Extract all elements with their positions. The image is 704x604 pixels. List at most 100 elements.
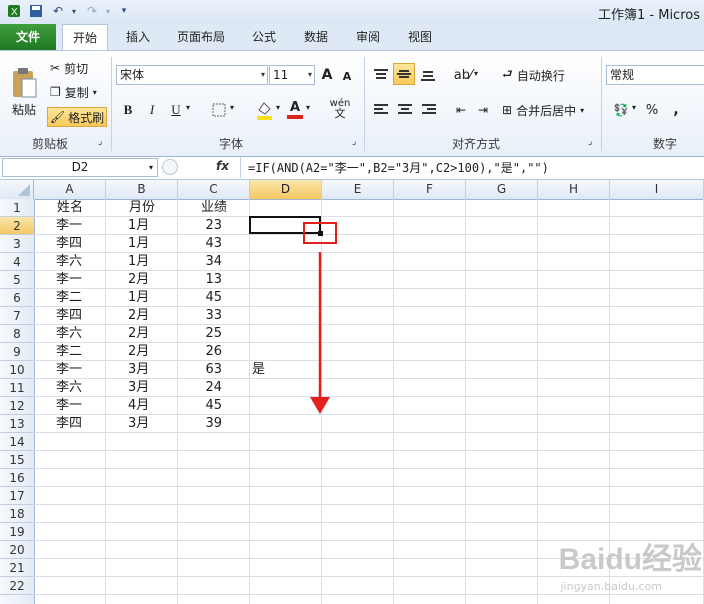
cut-button[interactable]: ✂ 剪切 — [50, 59, 88, 77]
tab-page-layout[interactable]: 页面布局 — [170, 24, 232, 50]
data-cell[interactable]: 39 — [178, 415, 222, 433]
data-cell[interactable]: 2月 — [128, 343, 149, 361]
underline-button[interactable]: U — [168, 100, 184, 120]
data-cell[interactable]: 33 — [178, 307, 222, 325]
row-header-17[interactable]: 17 — [0, 487, 34, 505]
data-cell[interactable]: 4月 — [128, 397, 149, 415]
formula-input[interactable]: =IF(AND(A2="李一",B2="3月",C2>100),"是","") — [248, 159, 549, 176]
font-launcher-icon[interactable]: ⌟ — [352, 137, 356, 147]
data-cell[interactable]: 34 — [178, 253, 222, 271]
row-header-20[interactable]: 20 — [0, 541, 34, 559]
percent-button[interactable]: % — [644, 100, 660, 120]
data-cell[interactable]: 3月 — [128, 379, 149, 397]
row-header-3[interactable]: 3 — [0, 235, 34, 253]
data-cell[interactable]: 63 — [178, 361, 222, 379]
clipboard-launcher-icon[interactable]: ⌟ — [98, 137, 102, 147]
copy-button[interactable]: ❐ 复制 ▾ — [50, 83, 97, 101]
align-middle-button[interactable] — [393, 63, 415, 85]
data-cell[interactable]: 26 — [178, 343, 222, 361]
data-cell[interactable]: 3月 — [128, 415, 149, 433]
row-header-4[interactable]: 4 — [0, 253, 34, 271]
font-name-select[interactable]: 宋体 ▾ — [116, 65, 268, 85]
grow-font-button[interactable]: A — [320, 65, 334, 85]
redo-icon[interactable]: ↷ — [84, 3, 100, 19]
data-cell[interactable]: 李四 — [56, 235, 82, 253]
excel-logo-icon[interactable]: X — [6, 3, 22, 19]
row-header-8[interactable]: 8 — [0, 325, 34, 343]
data-cell[interactable]: 23 — [178, 217, 222, 235]
column-header-e[interactable]: E — [322, 180, 394, 199]
data-cell[interactable]: 45 — [178, 289, 222, 307]
column-header-i[interactable]: I — [610, 180, 704, 199]
tab-file[interactable]: 文件 — [0, 24, 56, 50]
row-header-9[interactable]: 9 — [0, 343, 34, 361]
merge-dropdown-icon[interactable]: ▾ — [580, 106, 584, 115]
currency-button[interactable]: 💱 — [610, 100, 632, 120]
column-header-g[interactable]: G — [466, 180, 538, 199]
data-cell[interactable]: 24 — [178, 379, 222, 397]
data-cell[interactable]: 李一 — [56, 271, 82, 289]
row-header-16[interactable]: 16 — [0, 469, 34, 487]
decrease-indent-button[interactable]: ⇤ — [452, 100, 470, 120]
number-format-select[interactable]: 常规 — [606, 65, 704, 85]
data-cell[interactable]: 李一 — [56, 217, 82, 235]
data-cell[interactable]: 25 — [178, 325, 222, 343]
undo-icon[interactable]: ↶ — [50, 3, 66, 19]
data-cell[interactable]: 李一 — [56, 397, 82, 415]
increase-indent-button[interactable]: ⇥ — [474, 100, 492, 120]
save-icon[interactable] — [28, 3, 44, 19]
comma-button[interactable]: , — [670, 100, 682, 120]
data-cell[interactable]: 李四 — [56, 415, 82, 433]
currency-dropdown-icon[interactable]: ▾ — [632, 103, 636, 112]
data-cell[interactable]: 1月 — [128, 235, 149, 253]
undo-dropdown-icon[interactable]: ▾ — [66, 3, 82, 19]
data-cell[interactable]: 李六 — [56, 379, 82, 397]
data-cell[interactable]: 13 — [178, 271, 222, 289]
font-size-select[interactable]: 11 ▾ — [269, 65, 315, 85]
row-header-5[interactable]: 5 — [0, 271, 34, 289]
merge-center-button[interactable]: ⊞ 合并后居中 ▾ — [502, 100, 584, 120]
column-header-h[interactable]: H — [538, 180, 610, 199]
data-cell[interactable]: 李一 — [56, 361, 82, 379]
align-top-button[interactable] — [372, 65, 390, 85]
tab-home[interactable]: 开始 — [62, 24, 108, 50]
underline-dropdown-icon[interactable]: ▾ — [186, 103, 190, 112]
fill-color-button[interactable] — [254, 99, 274, 121]
row-header-2[interactable]: 2 — [0, 217, 34, 235]
customize-toolbar-icon[interactable]: ▾ — [116, 3, 132, 19]
data-cell[interactable]: 李二 — [56, 289, 82, 307]
name-box[interactable]: D2 ▾ — [2, 158, 158, 177]
tab-insert[interactable]: 插入 — [118, 24, 158, 50]
tab-data[interactable]: 数据 — [296, 24, 336, 50]
tab-formulas[interactable]: 公式 — [244, 24, 284, 50]
data-cell[interactable]: 43 — [178, 235, 222, 253]
row-header-1[interactable]: 1 — [0, 199, 34, 217]
column-header-b[interactable]: B — [106, 180, 178, 199]
font-color-button[interactable]: A — [286, 99, 304, 121]
data-cell[interactable]: 李六 — [56, 325, 82, 343]
insert-function-button[interactable]: fx — [216, 159, 229, 173]
border-dropdown-icon[interactable]: ▾ — [230, 103, 234, 112]
shrink-font-button[interactable]: A — [340, 67, 354, 85]
row-header-19[interactable]: 19 — [0, 523, 34, 541]
phonetic-button[interactable]: wén 文 — [326, 97, 354, 121]
format-painter-button[interactable]: 🖌 格式刷 — [47, 107, 107, 127]
header-cell[interactable]: 月份 — [106, 199, 178, 217]
row-header-14[interactable]: 14 — [0, 433, 34, 451]
align-center-button[interactable] — [396, 100, 414, 120]
align-left-button[interactable] — [372, 100, 390, 120]
select-all-button[interactable] — [0, 180, 34, 199]
data-cell[interactable]: 2月 — [128, 307, 149, 325]
paste-button[interactable]: 粘贴 — [6, 57, 42, 127]
wrap-text-button[interactable]: ⮐ 自动换行 — [502, 65, 565, 85]
column-header-c[interactable]: C — [178, 180, 250, 199]
column-header-f[interactable]: F — [394, 180, 466, 199]
orientation-button[interactable]: ab⁄ — [452, 65, 474, 85]
tab-view[interactable]: 视图 — [400, 24, 440, 50]
data-cell[interactable]: 2月 — [128, 271, 149, 289]
row-header-13[interactable]: 13 — [0, 415, 34, 433]
data-cell[interactable]: 李二 — [56, 343, 82, 361]
tab-review[interactable]: 审阅 — [348, 24, 388, 50]
orientation-dropdown-icon[interactable]: ▾ — [474, 69, 478, 78]
row-header-12[interactable]: 12 — [0, 397, 34, 415]
